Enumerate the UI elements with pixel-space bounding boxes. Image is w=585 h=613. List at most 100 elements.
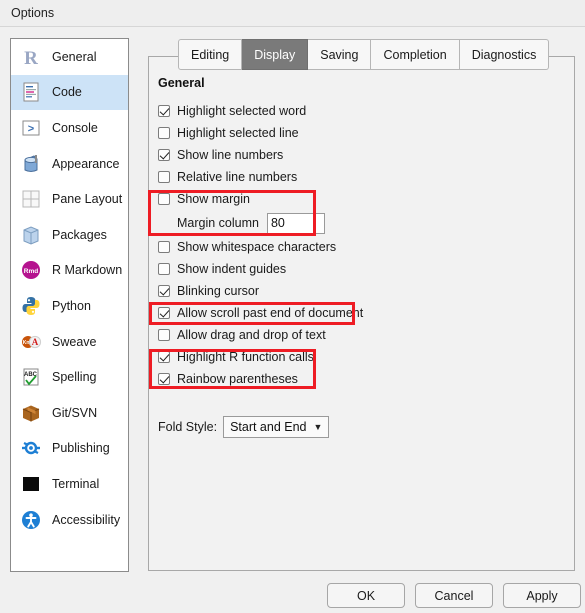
margin-column-input[interactable]	[266, 212, 325, 234]
options-category-sidebar[interactable]: R General Code > Console Appearance Pane Layou…	[10, 38, 129, 572]
checkbox-checked-icon[interactable]	[158, 149, 170, 161]
sidebar-item-packages[interactable]: Packages	[11, 217, 128, 253]
sidebar-item-console[interactable]: > Console	[11, 110, 128, 146]
checkbox-label: Highlight R function calls	[177, 350, 314, 364]
checkbox-label: Show whitespace characters	[177, 240, 337, 254]
sidebar-item-spelling[interactable]: ABC Spelling	[11, 359, 128, 395]
window-title: Options	[11, 6, 55, 20]
checkbox-highlight-selected-line[interactable]: Highlight selected line	[158, 122, 558, 144]
checkbox-unchecked-icon[interactable]	[158, 127, 170, 139]
apply-button[interactable]: Apply	[503, 583, 581, 608]
sidebar-item-label: Pane Layout	[52, 192, 123, 207]
svg-text:R: R	[24, 48, 38, 68]
sidebar-item-label: General	[52, 49, 97, 64]
sidebar-item-label: R Markdown	[52, 263, 123, 278]
sidebar-item-label: Python	[52, 298, 91, 313]
package-box-icon	[20, 224, 42, 246]
sidebar-item-code[interactable]: Code	[11, 74, 128, 111]
checkbox-unchecked-icon[interactable]	[158, 329, 170, 341]
checkbox-label: Allow scroll past end of document	[177, 306, 364, 320]
checkbox-show-margin[interactable]: Show margin	[158, 188, 558, 210]
checkbox-checked-icon[interactable]	[158, 105, 170, 117]
display-tabbar[interactable]: Editing Display Saving Completion Diagnostic…	[178, 39, 550, 70]
sidebar-item-accessibility[interactable]: Accessibility	[11, 502, 128, 538]
svg-text:A: A	[32, 337, 39, 347]
fold-style-value: Start and End	[230, 420, 307, 434]
checkbox-rainbow-parentheses[interactable]: Rainbow parentheses	[158, 368, 558, 390]
checkbox-label: Blinking cursor	[177, 284, 259, 298]
checkbox-show-whitespace-characters[interactable]: Show whitespace characters	[158, 236, 558, 258]
checkbox-relative-line-numbers[interactable]: Relative line numbers	[158, 166, 558, 188]
tab-completion[interactable]: Completion	[371, 39, 460, 70]
spellcheck-abc-icon: ABC	[20, 366, 42, 388]
checkbox-allow-drag-and-drop-of-text[interactable]: Allow drag and drop of text	[158, 324, 558, 346]
fold-style-select[interactable]: Start and End ▼	[223, 416, 330, 438]
python-logo-icon	[20, 295, 42, 317]
dialog-button-bar: OK Cancel Apply	[327, 583, 581, 608]
checkbox-unchecked-icon[interactable]	[158, 241, 170, 253]
sidebar-item-appearance[interactable]: Appearance	[11, 146, 128, 182]
checkbox-show-indent-guides[interactable]: Show indent guides	[158, 258, 558, 280]
checkbox-highlight-r-function-calls[interactable]: Highlight R function calls	[158, 346, 558, 368]
fold-style-row: Fold Style: Start and End ▼	[158, 416, 558, 438]
sidebar-item-label: Terminal	[52, 476, 100, 491]
sidebar-item-git-svn[interactable]: Git/SVN	[11, 395, 128, 431]
git-box-icon	[20, 402, 42, 424]
tab-diagnostics[interactable]: Diagnostics	[459, 39, 550, 70]
sidebar-item-terminal[interactable]: Terminal	[11, 466, 128, 502]
display-settings-form: General Highlight selected word Highlight…	[158, 76, 558, 438]
pane-grid-icon	[20, 188, 42, 210]
sidebar-item-label: Sweave	[52, 334, 97, 349]
r-logo-icon: R	[20, 46, 42, 68]
checkbox-unchecked-icon[interactable]	[158, 263, 170, 275]
console-prompt-icon: >	[20, 117, 42, 139]
checkbox-unchecked-icon[interactable]	[158, 171, 170, 183]
sidebar-item-general[interactable]: R General	[11, 39, 128, 75]
checkbox-allow-scroll-past-end-of-document[interactable]: Allow scroll past end of document	[158, 302, 558, 324]
margin-column-row: Margin column	[158, 210, 558, 236]
sidebar-item-publishing[interactable]: Publishing	[11, 431, 128, 467]
checkbox-checked-icon[interactable]	[158, 373, 170, 385]
checkbox-label: Allow drag and drop of text	[177, 328, 326, 342]
checkbox-checked-icon[interactable]	[158, 307, 170, 319]
window-titlebar: Options	[0, 0, 585, 27]
checkbox-unchecked-icon[interactable]	[158, 193, 170, 205]
checkbox-label: Relative line numbers	[177, 170, 298, 184]
cancel-button[interactable]: Cancel	[415, 583, 493, 608]
rmd-circle-icon: Rmd	[20, 259, 42, 281]
chevron-down-icon: ▼	[313, 421, 323, 432]
tab-display[interactable]: Display	[242, 39, 309, 70]
sidebar-item-label: Accessibility	[52, 512, 121, 527]
sidebar-item-pane-layout[interactable]: Pane Layout	[11, 181, 128, 217]
checkbox-highlight-selected-word[interactable]: Highlight selected word	[158, 100, 558, 122]
terminal-black-icon	[20, 473, 42, 495]
checkbox-label: Highlight selected line	[177, 126, 299, 140]
fold-style-label: Fold Style:	[158, 420, 218, 434]
sidebar-item-label: Console	[52, 120, 98, 135]
checkbox-label: Show margin	[177, 192, 250, 206]
svg-text:>: >	[28, 123, 34, 135]
checkbox-blinking-cursor[interactable]: Blinking cursor	[158, 280, 558, 302]
margin-column-label: Margin column	[177, 216, 259, 230]
paint-bucket-icon	[20, 153, 42, 175]
checkbox-show-line-numbers[interactable]: Show line numbers	[158, 144, 558, 166]
checkbox-label: Rainbow parentheses	[177, 372, 298, 386]
sidebar-item-label: Packages	[52, 227, 107, 242]
tab-saving[interactable]: Saving	[308, 39, 372, 70]
sidebar-item-label: Code	[52, 85, 82, 100]
sidebar-item-sweave[interactable]: Knw A Sweave	[11, 324, 128, 360]
svg-text:Rmd: Rmd	[24, 268, 38, 275]
ok-button[interactable]: OK	[327, 583, 405, 608]
checkbox-label: Show indent guides	[177, 262, 287, 276]
sidebar-item-r-markdown[interactable]: Rmd R Markdown	[11, 253, 128, 289]
checkbox-label: Highlight selected word	[177, 104, 307, 118]
tab-editing[interactable]: Editing	[178, 39, 243, 70]
sidebar-item-label: Git/SVN	[52, 405, 98, 420]
code-document-icon	[20, 81, 42, 103]
checkbox-label: Show line numbers	[177, 148, 284, 162]
sidebar-item-label: Appearance	[52, 156, 120, 171]
checkbox-checked-icon[interactable]	[158, 351, 170, 363]
sidebar-item-python[interactable]: Python	[11, 288, 128, 324]
section-title-general: General	[158, 76, 205, 90]
checkbox-checked-icon[interactable]	[158, 285, 170, 297]
